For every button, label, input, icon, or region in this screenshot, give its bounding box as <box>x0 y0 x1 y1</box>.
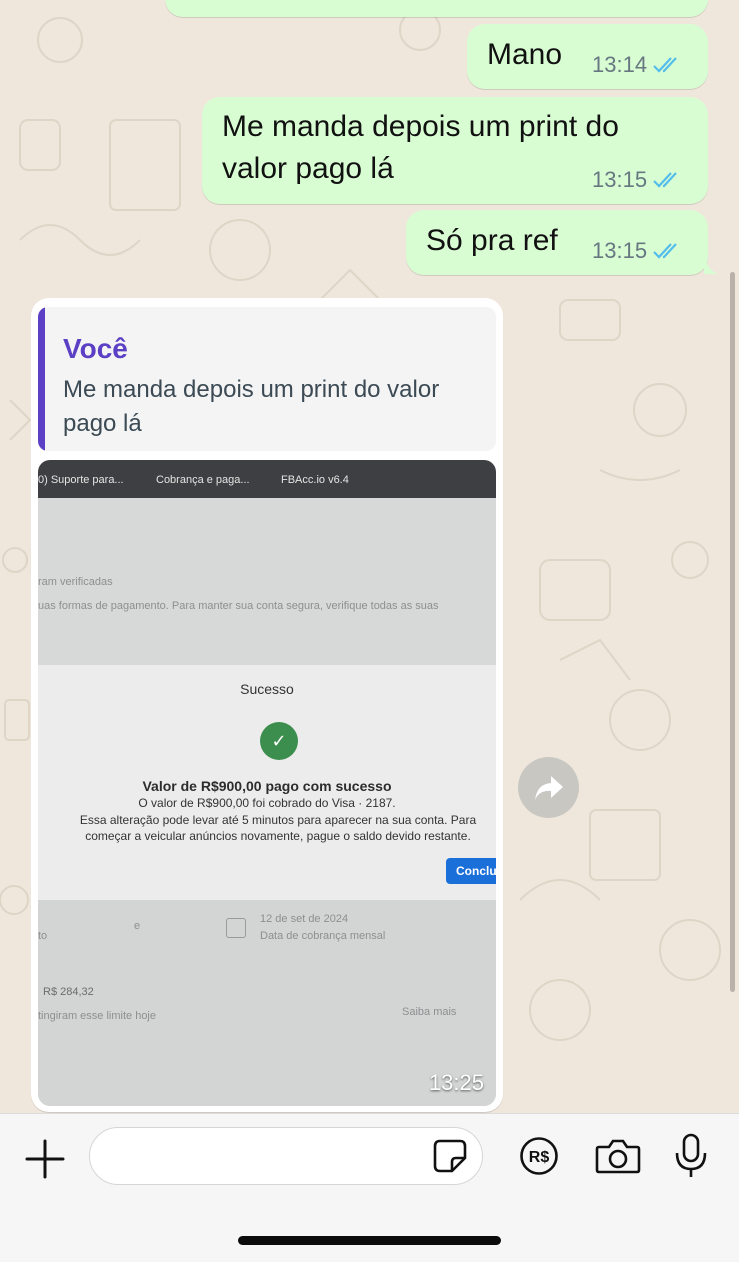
scrollbar[interactable] <box>730 272 735 992</box>
read-receipt-icon <box>653 242 683 260</box>
message-text-line-2: valor pago lá <box>222 152 394 185</box>
quoted-message[interactable]: Você Me manda depois um print do valor p… <box>38 307 496 451</box>
photo-browser-tabs: 0) Suporte para... Cobrança e paga... FB… <box>38 460 496 498</box>
home-indicator[interactable] <box>238 1236 501 1245</box>
photo-tab-1: 0) Suporte para... <box>38 474 124 486</box>
quote-text: Me manda depois um print do valor pago l… <box>63 376 440 437</box>
calendar-icon <box>226 918 246 938</box>
read-receipt-icon <box>653 171 683 189</box>
chat-background: Mano 13:14 Me manda depois um print do v… <box>0 0 739 1113</box>
quote-accent-bar <box>38 307 45 451</box>
photo-amount: R$ 284,32 <box>43 986 94 998</box>
message-time: 13:25 <box>428 1070 484 1095</box>
message-time: 13:15 <box>592 238 648 263</box>
message-meta: 13:15 <box>592 167 683 193</box>
photo-modal-title: Sucesso <box>240 681 294 697</box>
message-meta: 13:14 <box>592 52 683 78</box>
message-bubble-outgoing[interactable]: Só pra ref 13:15 <box>406 210 708 275</box>
photo-note: Essa alteração pode levar até 5 minutos … <box>79 813 477 843</box>
message-input[interactable] <box>89 1127 483 1185</box>
quote-author: Você <box>63 333 128 364</box>
camera-icon[interactable] <box>595 1138 641 1174</box>
message-bubble-partial[interactable] <box>165 0 708 17</box>
message-image[interactable]: 0) Suporte para... Cobrança e paga... FB… <box>38 460 496 1106</box>
photo-tab-2: Cobrança e paga... <box>156 474 250 486</box>
photo-bg-line-1: ram verificadas <box>38 576 113 588</box>
message-meta: 13:15 <box>592 238 683 264</box>
svg-text:R$: R$ <box>529 1149 550 1166</box>
message-text-line-1: Me manda depois um print do <box>222 110 619 143</box>
payment-icon[interactable]: R$ <box>519 1136 559 1176</box>
sticker-icon[interactable] <box>432 1138 468 1174</box>
photo-done-button: Conclu <box>446 858 496 884</box>
photo-learn-more: Saiba mais <box>402 1006 457 1018</box>
message-bubble-outgoing[interactable]: Me manda depois um print do valor pago l… <box>202 97 708 204</box>
photo-mid-fragment: e <box>134 920 141 932</box>
message-text: Mano <box>487 38 563 71</box>
photo-screen-top: ram verificadas uas formas de pagamento.… <box>38 498 496 668</box>
message-bubble-outgoing[interactable]: Mano 13:14 <box>467 24 708 89</box>
message-bubble-incoming[interactable]: Você Me manda depois um print do valor p… <box>31 298 503 1112</box>
bubble-tail <box>704 256 718 274</box>
photo-detail: O valor de R$900,00 foi cobrado do Visa … <box>138 796 396 810</box>
photo-success-modal: Sucesso ✓ Valor de R$900,00 pago com suc… <box>38 665 496 900</box>
microphone-icon[interactable] <box>674 1133 708 1179</box>
read-receipt-icon <box>653 56 683 74</box>
forward-icon <box>535 776 563 800</box>
message-time: 13:14 <box>592 52 648 77</box>
photo-limit-text: tingiram esse limite hoje <box>38 1010 156 1022</box>
message-text: Só pra ref <box>426 224 558 257</box>
photo-bg-line-2: uas formas de pagamento. Para manter sua… <box>38 600 439 612</box>
photo-billing-date: 12 de set de 2024 <box>260 913 349 925</box>
plus-icon[interactable] <box>24 1138 66 1180</box>
message-time: 13:15 <box>592 167 648 192</box>
forward-button[interactable] <box>518 757 579 818</box>
photo-billing-label: Data de cobrança mensal <box>260 930 386 942</box>
photo-headline: Valor de R$900,00 pago com sucesso <box>142 778 392 794</box>
photo-left-fragment: to <box>38 930 48 942</box>
photo-screen-bottom: to e 12 de set de 2024 Data de cobrança … <box>38 900 496 1106</box>
success-check-icon: ✓ <box>260 722 298 760</box>
photo-tab-3: FBAcc.io v6.4 <box>281 474 349 486</box>
